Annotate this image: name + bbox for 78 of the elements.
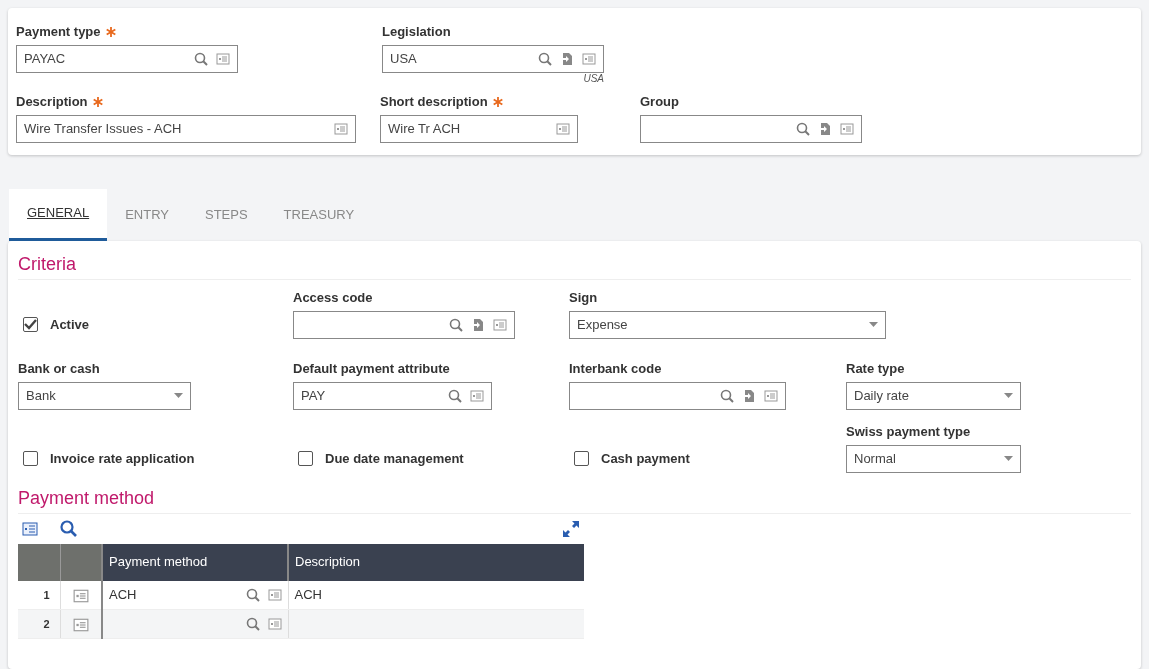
column-header: Payment method — [102, 543, 288, 581]
detail-card-icon[interactable] — [72, 587, 89, 604]
field-label: Default payment attribute — [293, 360, 450, 377]
document-arrow-icon[interactable] — [560, 52, 574, 66]
field-label: Interbank code — [569, 360, 662, 377]
detail-card-icon[interactable] — [334, 122, 348, 136]
field-label: Rate type — [846, 360, 905, 377]
input-field[interactable] — [569, 381, 786, 410]
input-field[interactable]: PAYAC — [16, 45, 238, 73]
asterisk-icon — [105, 27, 116, 37]
checkbox[interactable] — [298, 451, 313, 466]
row-number: 2 — [18, 609, 60, 639]
table-cell[interactable] — [102, 609, 288, 639]
checkbox-label: Active — [50, 315, 90, 334]
dropdown-field[interactable]: Daily rate — [846, 381, 1021, 410]
expand-icon[interactable] — [562, 519, 580, 538]
field-label: Group — [640, 94, 679, 110]
field-label: Legislation — [382, 24, 451, 40]
field-note: USA — [582, 73, 604, 85]
checkbox[interactable] — [574, 451, 589, 466]
field-label: Sign — [569, 289, 598, 306]
section-title: Criteria — [18, 252, 1131, 280]
search-icon[interactable] — [245, 587, 260, 602]
search-icon[interactable] — [449, 317, 463, 332]
caret-icon — [869, 322, 878, 327]
caret-icon — [1004, 456, 1013, 461]
checkbox[interactable] — [23, 317, 38, 332]
field-label: Payment type — [16, 24, 101, 40]
dropdown-field[interactable]: Expense — [569, 310, 886, 339]
detail-card-icon[interactable] — [764, 388, 778, 403]
asterisk-icon — [92, 97, 103, 107]
header-cell — [60, 543, 102, 581]
input-field[interactable]: Wire Transfer Issues - ACH — [16, 115, 356, 143]
document-arrow-icon[interactable] — [742, 388, 756, 403]
detail-card-icon[interactable] — [216, 52, 230, 66]
header-cell — [18, 543, 60, 581]
detail-card-icon[interactable] — [493, 317, 507, 332]
input-field[interactable]: PAY — [293, 381, 492, 410]
input-field[interactable]: Wire Tr ACH — [380, 115, 578, 143]
field-label: Short description — [380, 94, 488, 110]
field-label: Description — [16, 94, 88, 110]
checkbox[interactable] — [23, 451, 38, 466]
section-title: Payment method — [18, 486, 1131, 514]
detail-card-icon[interactable] — [556, 122, 570, 136]
search-icon[interactable] — [538, 52, 552, 66]
search-icon[interactable] — [194, 52, 208, 66]
document-arrow-icon[interactable] — [471, 317, 485, 332]
detail-card-icon[interactable] — [72, 616, 89, 633]
checkbox-label: Invoice rate application — [50, 449, 195, 468]
document-arrow-icon[interactable] — [818, 122, 832, 136]
detail-card-icon[interactable] — [582, 52, 596, 66]
detail-card-icon[interactable] — [22, 521, 38, 536]
search-icon[interactable] — [796, 122, 810, 136]
checkbox-label: Cash payment — [601, 449, 690, 468]
detail-card-icon[interactable] — [267, 587, 282, 602]
input-field[interactable] — [640, 115, 862, 143]
table-cell: ACH — [288, 580, 584, 610]
checkbox-label: Due date management — [325, 449, 464, 468]
detail-card-icon[interactable] — [470, 388, 484, 403]
field-label: Bank or cash — [18, 360, 100, 377]
field-label: Swiss payment type — [846, 423, 971, 440]
detail-card-icon[interactable] — [267, 617, 282, 631]
asterisk-icon — [492, 97, 503, 107]
tab[interactable]: GENERAL — [9, 189, 108, 241]
row-number: 1 — [18, 580, 60, 610]
search-icon[interactable] — [720, 388, 734, 403]
caret-icon — [174, 393, 183, 398]
search-icon[interactable] — [448, 388, 462, 403]
detail-card-icon[interactable] — [840, 122, 854, 136]
dropdown-field[interactable]: Bank — [18, 381, 191, 410]
column-header: Description — [288, 543, 584, 581]
input-field[interactable] — [293, 310, 515, 339]
field-label: Access code — [293, 289, 373, 306]
dropdown-field[interactable]: Normal — [846, 444, 1021, 473]
search-icon[interactable] — [60, 520, 77, 537]
search-icon[interactable] — [245, 617, 260, 631]
caret-icon — [1004, 393, 1013, 398]
input-field[interactable]: USA — [382, 45, 604, 73]
